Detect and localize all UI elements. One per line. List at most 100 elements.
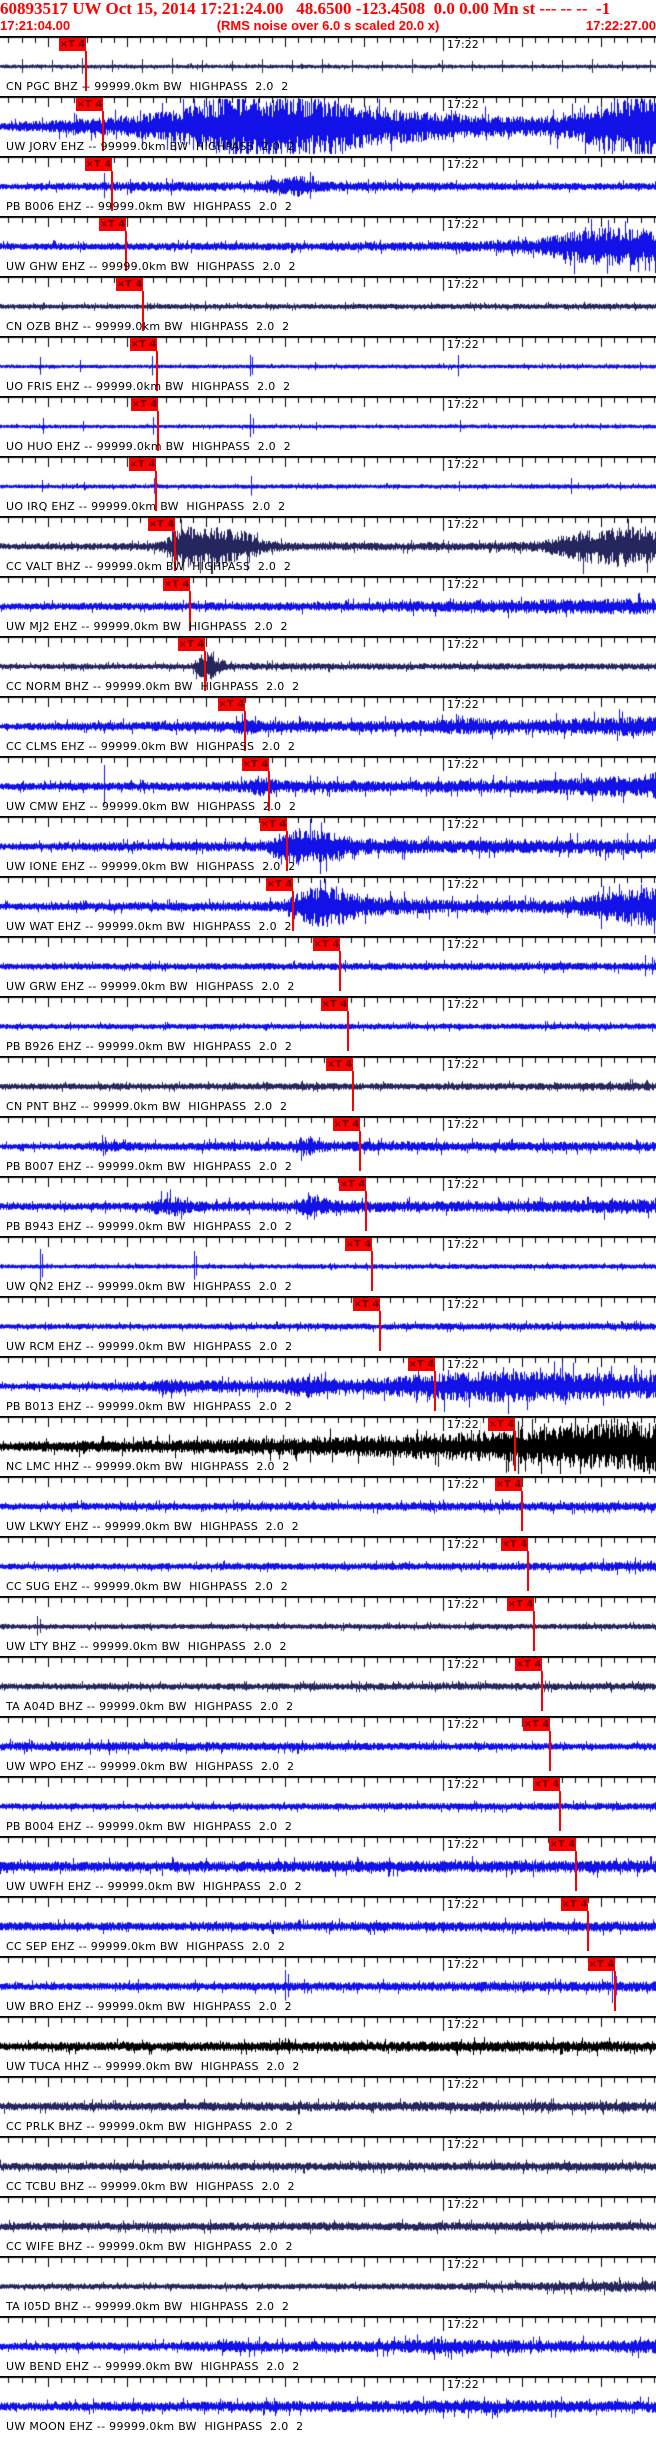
pick-flag[interactable]: ×T 4 xyxy=(163,578,190,591)
pick-flag[interactable]: ×T 4 xyxy=(507,1598,534,1611)
pick-line[interactable] xyxy=(514,1431,516,1471)
pick-line[interactable] xyxy=(339,951,341,991)
pick-line[interactable] xyxy=(533,1611,535,1651)
pick-flag[interactable]: ×T 4 xyxy=(313,938,340,951)
trace-row[interactable]: 17:22 ×T 4 PB B926 EHZ -- 99999.0km BW HIG… xyxy=(0,996,656,1056)
pick-flag[interactable]: ×T 4 xyxy=(515,1658,542,1671)
trace-row[interactable]: 17:22 ×T 4 UW BRO EHZ -- 99999.0km BW HIGH… xyxy=(0,1956,656,2016)
pick-line[interactable] xyxy=(587,1911,589,1951)
pick-line[interactable] xyxy=(292,891,294,931)
pick-flag[interactable]: ×T 4 xyxy=(588,1958,615,1971)
pick-flag[interactable]: ×T 4 xyxy=(85,158,112,171)
trace-row[interactable]: 17:22 ×T 4 UW GRW EHZ -- 99999.0km BW HIGH… xyxy=(0,936,656,996)
trace-row[interactable]: 17:22 ×T 4 NC LMC HHZ -- 99999.0km BW HIGH… xyxy=(0,1416,656,1476)
pick-line[interactable] xyxy=(614,1971,616,2011)
trace-row[interactable]: 17:22 UW TUCA HHZ -- 99999.0km BW HIGHPAS… xyxy=(0,2016,656,2076)
trace-row[interactable]: 17:22 ×T 4 UW GHW EHZ -- 99999.0km BW HIGH… xyxy=(0,216,656,276)
trace-row[interactable]: 17:22 ×T 4 UW LKWY EHZ -- 99999.0km BW HIG… xyxy=(0,1476,656,1536)
pick-flag[interactable]: ×T 4 xyxy=(408,1358,435,1371)
pick-line[interactable] xyxy=(559,1791,561,1831)
trace-row[interactable]: 17:22 ×T 4 UW WPO EHZ -- 99999.0km BW HIGH… xyxy=(0,1716,656,1776)
trace-row[interactable]: 17:22 ×T 4 CC VALT BHZ -- 99999.0km BW HIG… xyxy=(0,516,656,576)
trace-row[interactable]: 17:22 ×T 4 UW LTY BHZ -- 99999.0km BW HIGH… xyxy=(0,1596,656,1656)
trace-row[interactable]: 17:22 ×T 4 CN OZB BHZ -- 99999.0km BW HIGH… xyxy=(0,276,656,336)
pick-flag[interactable]: ×T 4 xyxy=(131,398,158,411)
pick-flag[interactable]: ×T 4 xyxy=(116,278,143,291)
trace-row[interactable]: 17:22 ×T 4 UO HUO EHZ -- 99999.0km BW HIGH… xyxy=(0,396,656,456)
pick-flag[interactable]: ×T 4 xyxy=(321,998,348,1011)
trace-row[interactable]: 17:22 ×T 4 PB B013 EHZ -- 99999.0km BW HIG… xyxy=(0,1356,656,1416)
pick-flag[interactable]: ×T 4 xyxy=(99,218,126,231)
trace-label: PB B007 EHZ -- 99999.0km BW HIGHPASS 2.0… xyxy=(6,1160,293,1173)
trace-row[interactable]: 17:22 ×T 4 UW QN2 EHZ -- 99999.0km BW HIGH… xyxy=(0,1236,656,1296)
axis-time-label: 17:22 xyxy=(446,1298,480,1311)
pick-flag[interactable]: ×T 4 xyxy=(339,1178,366,1191)
trace-row[interactable]: 17:22 ×T 4 CC SUG EHZ -- 99999.0km BW HIGH… xyxy=(0,1536,656,1596)
trace-row[interactable]: 17:22 ×T 4 UW IONE EHZ -- 99999.0km BW HIG… xyxy=(0,816,656,876)
pick-line[interactable] xyxy=(527,1551,529,1591)
trace-row[interactable]: 17:22 ×T 4 UW MJ2 EHZ -- 99999.0km BW HIGH… xyxy=(0,576,656,636)
trace-row[interactable]: 17:22 ×T 4 PB B943 EHZ -- 99999.0km BW HIG… xyxy=(0,1176,656,1236)
pick-flag[interactable]: ×T 4 xyxy=(533,1778,560,1791)
trace-row[interactable]: 17:22 CC PRLK BHZ -- 99999.0km BW HIGHPAS… xyxy=(0,2076,656,2136)
trace-row[interactable]: 17:22 ×T 4 PB B006 EHZ -- 99999.0km BW HIG… xyxy=(0,156,656,216)
trace-row[interactable]: 17:22 ×T 4 CC SEP EHZ -- 99999.0km BW HIGH… xyxy=(0,1896,656,1956)
trace-label: UW LKWY EHZ -- 99999.0km BW HIGHPASS 2.0… xyxy=(6,1520,299,1533)
pick-line[interactable] xyxy=(359,1131,361,1171)
pick-line[interactable] xyxy=(541,1671,543,1711)
pick-flag[interactable]: ×T 4 xyxy=(353,1298,380,1311)
pick-flag[interactable]: ×T 4 xyxy=(148,518,175,531)
pick-flag[interactable]: ×T 4 xyxy=(130,338,157,351)
trace-label: CN OZB BHZ -- 99999.0km BW HIGHPASS 2.0 … xyxy=(6,320,290,333)
trace-row[interactable]: 17:22 UW BEND EHZ -- 99999.0km BW HIGHPAS… xyxy=(0,2316,656,2376)
pick-flag[interactable]: ×T 4 xyxy=(326,1058,353,1071)
trace-row[interactable]: 17:22 ×T 4 UW UWFH EHZ -- 99999.0km BW HIG… xyxy=(0,1836,656,1896)
pick-line[interactable] xyxy=(549,1731,551,1771)
pick-flag[interactable]: ×T 4 xyxy=(488,1418,515,1431)
pick-flag[interactable]: ×T 4 xyxy=(561,1898,588,1911)
trace-row[interactable]: 17:22 ×T 4 CN PNT BHZ -- 99999.0km BW HIGH… xyxy=(0,1056,656,1116)
trace-row[interactable]: 17:22 ×T 4 PB B004 EHZ -- 99999.0km BW HIG… xyxy=(0,1776,656,1836)
trace-row[interactable]: 17:22 ×T 4 UO IRQ EHZ -- 99999.0km BW HIGH… xyxy=(0,456,656,516)
trace-row[interactable]: 17:22 ×T 4 CC CLMS EHZ -- 99999.0km BW HIG… xyxy=(0,696,656,756)
pick-flag[interactable]: ×T 4 xyxy=(76,98,103,111)
pick-flag[interactable]: ×T 4 xyxy=(260,818,287,831)
pick-line[interactable] xyxy=(365,1191,367,1231)
scaling-note: (RMS noise over 6.0 s scaled 20.0 x) xyxy=(216,18,440,33)
pick-line[interactable] xyxy=(352,1071,354,1111)
pick-flag[interactable]: ×T 4 xyxy=(495,1478,522,1491)
trace-row[interactable]: 17:22 CC WIFE BHZ -- 99999.0km BW HIGHPAS… xyxy=(0,2196,656,2256)
trace-row[interactable]: 17:22 ×T 4 CC NORM BHZ -- 99999.0km BW HIG… xyxy=(0,636,656,696)
trace-row[interactable]: 17:22 TA I05D BHZ -- 99999.0km BW HIGHPAS… xyxy=(0,2256,656,2316)
pick-line[interactable] xyxy=(434,1371,436,1411)
trace-row[interactable]: 17:22 ×T 4 UW RCM EHZ -- 99999.0km BW HIGH… xyxy=(0,1296,656,1356)
pick-flag[interactable]: ×T 4 xyxy=(266,878,293,891)
pick-flag[interactable]: ×T 4 xyxy=(345,1238,372,1251)
pick-line[interactable] xyxy=(379,1311,381,1351)
trace-row[interactable]: 17:22 ×T 4 UW WAT EHZ -- 99999.0km BW HIGH… xyxy=(0,876,656,936)
trace-row[interactable]: 17:22 ×T 4 CN PGC BHZ -- 99999.0km BW HIGH… xyxy=(0,36,656,96)
pick-flag[interactable]: ×T 4 xyxy=(242,758,269,771)
pick-flag[interactable]: ×T 4 xyxy=(501,1538,528,1551)
trace-label: UW TUCA HHZ -- 99999.0km BW HIGHPASS 2.0… xyxy=(6,2060,300,2073)
trace-row[interactable]: 17:22 ×T 4 UW JORV EHZ -- 99999.0km BW HIG… xyxy=(0,96,656,156)
trace-row[interactable]: 17:22 ×T 4 PB B007 EHZ -- 99999.0km BW HIG… xyxy=(0,1116,656,1176)
pick-flag[interactable]: ×T 4 xyxy=(523,1718,550,1731)
trace-row[interactable]: 17:22 ×T 4 TA A04D BHZ -- 99999.0km BW HIG… xyxy=(0,1656,656,1716)
pick-line[interactable] xyxy=(371,1251,373,1291)
pick-line[interactable] xyxy=(521,1491,523,1531)
trace-row[interactable]: 17:22 UW MOON EHZ -- 99999.0km BW HIGHPAS… xyxy=(0,2376,656,2436)
trace-row[interactable]: 17:22 ×T 4 UW CMW EHZ -- 99999.0km BW HIGH… xyxy=(0,756,656,816)
pick-flag[interactable]: ×T 4 xyxy=(333,1118,360,1131)
pick-flag[interactable]: ×T 4 xyxy=(59,38,86,51)
pick-flag[interactable]: ×T 4 xyxy=(218,698,245,711)
pick-line[interactable] xyxy=(347,1011,349,1051)
pick-flag[interactable]: ×T 4 xyxy=(129,458,156,471)
trace-row[interactable]: 17:22 ×T 4 UO FRIS EHZ -- 99999.0km BW HIG… xyxy=(0,336,656,396)
pick-line[interactable] xyxy=(575,1851,577,1891)
axis-time-label: 17:22 xyxy=(446,1958,480,1971)
axis-time-label: 17:22 xyxy=(446,758,480,771)
trace-row[interactable]: 17:22 CC TCBU BHZ -- 99999.0km BW HIGHPAS… xyxy=(0,2136,656,2196)
pick-flag[interactable]: ×T 4 xyxy=(549,1838,576,1851)
pick-flag[interactable]: ×T 4 xyxy=(178,638,205,651)
